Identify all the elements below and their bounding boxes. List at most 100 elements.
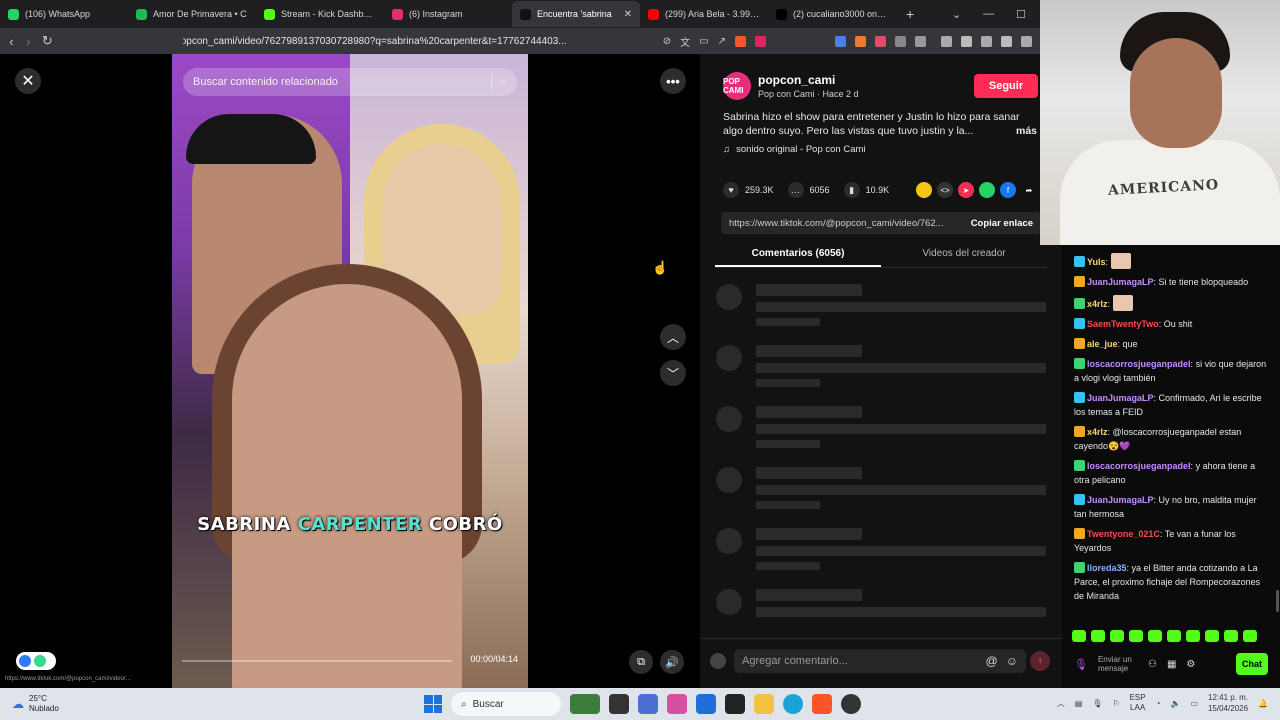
chat-username[interactable]: loscacorrosjueganpadel <box>1087 461 1191 471</box>
chat-username[interactable]: loscacorrosjueganpadel <box>1087 359 1191 369</box>
chat-username[interactable]: Yuls <box>1087 257 1106 267</box>
comment-stat[interactable]: … 6056 <box>787 182 830 198</box>
language-indicator[interactable]: ESP LAA <box>1130 693 1146 713</box>
emote-icon[interactable] <box>1186 630 1200 642</box>
facebook-icon[interactable]: f <box>1000 182 1016 198</box>
chat-username[interactable]: ale_jue <box>1087 339 1118 349</box>
tab-comments[interactable]: Comentarios (6056) <box>715 242 881 267</box>
video-progress-bar[interactable] <box>182 660 452 662</box>
next-video-button[interactable]: ﹀ <box>660 360 686 386</box>
repost-icon[interactable] <box>916 182 932 198</box>
sound-row[interactable]: ♫ sonido original - Pop con Cami <box>723 144 866 155</box>
emoji-icon[interactable]: ☺ <box>1006 654 1018 668</box>
whatsapp-icon[interactable] <box>979 182 995 198</box>
wifi-tray-icon[interactable]: ▤ <box>1075 699 1083 708</box>
follow-button[interactable]: Seguir <box>974 74 1038 98</box>
battery-icon[interactable]: ▭ <box>1190 699 1198 708</box>
taskbar-search[interactable]: ⌕ Buscar <box>451 692 561 716</box>
emote-icon[interactable] <box>1129 630 1143 642</box>
extension-puzzle-icon[interactable] <box>895 35 906 47</box>
wifi-icon[interactable]: ◔ <box>1156 699 1161 708</box>
chat-message-input[interactable]: Enviar un mensaje <box>1098 655 1138 673</box>
copy-link-button[interactable]: Copiar enlace <box>971 218 1033 229</box>
start-menu-icon[interactable] <box>424 695 442 713</box>
send-comment-button[interactable]: ↑ <box>1030 651 1050 671</box>
microphone-icon[interactable]: 🎙 <box>1074 658 1088 671</box>
translate-icon[interactable]: 文 <box>680 34 690 49</box>
emote-icon[interactable] <box>1072 630 1086 642</box>
url-field[interactable]: ▯ ⚙ tiktok.com/@popcon_cami/video/762798… <box>183 36 653 47</box>
extension-fox-icon[interactable] <box>855 35 866 47</box>
no-tracking-icon[interactable]: ⊘ <box>663 36 671 47</box>
extension-box-icon[interactable] <box>915 35 926 47</box>
clock[interactable]: 12:41 p. m. 15/04/2026 <box>1208 692 1248 714</box>
chat-username[interactable]: JuanJumagaLP <box>1087 495 1154 505</box>
emote-icon[interactable] <box>1110 630 1124 642</box>
maximize-icon[interactable]: ☐ <box>1016 8 1026 21</box>
send-icon[interactable]: ➤ <box>958 182 974 198</box>
creator-username[interactable]: popcon_cami <box>758 73 835 87</box>
trees-widget-icon[interactable] <box>570 694 600 714</box>
store-icon[interactable]: ▦ <box>1167 659 1176 670</box>
emote-icon[interactable] <box>1167 630 1181 642</box>
share-more-icon[interactable]: ➦ <box>1021 182 1037 198</box>
forward-icon[interactable]: › <box>25 34 32 49</box>
extension-pacman-icon[interactable] <box>875 35 886 47</box>
copilot-icon[interactable] <box>667 694 687 714</box>
tab-close-icon[interactable]: ✕ <box>624 9 632 20</box>
users-icon[interactable]: ⚇ <box>1148 659 1157 670</box>
chat-username[interactable]: lloreda35 <box>1087 563 1127 573</box>
obs-icon[interactable] <box>841 694 861 714</box>
emote-icon[interactable] <box>1205 630 1219 642</box>
related-search-input[interactable]: Buscar contenido relacionado ⌕ <box>183 68 517 96</box>
tray-overflow-icon[interactable]: ︿ <box>1057 698 1065 709</box>
brave-rewards-icon[interactable] <box>755 35 766 47</box>
extension-translate-icon[interactable] <box>835 35 846 47</box>
tab-creator-videos[interactable]: Videos del creador <box>881 242 1047 267</box>
back-icon[interactable]: ‹ <box>8 34 15 49</box>
chat-send-button[interactable]: Chat <box>1236 653 1268 675</box>
volume-button[interactable]: 🔊 <box>660 650 684 674</box>
snipping-tool-icon[interactable] <box>638 694 658 714</box>
chat-username[interactable]: JuanJumagaLP <box>1087 277 1154 287</box>
browser-tab[interactable]: (6) Instagram <box>384 1 512 27</box>
task-view-icon[interactable] <box>609 694 629 714</box>
embed-icon[interactable]: <> <box>937 182 953 198</box>
emote-icon[interactable] <box>1243 630 1257 642</box>
close-video-button[interactable]: ✕ <box>15 68 41 94</box>
sidebar-icon[interactable] <box>961 35 972 47</box>
brave-icon[interactable] <box>812 694 832 714</box>
settings-icon[interactable]: ⚙ <box>1186 659 1195 670</box>
mention-icon[interactable]: @ <box>986 654 998 668</box>
browser-tab[interactable]: Stream - Kick Dashboard <box>256 1 384 27</box>
share-icon[interactable]: ↗ <box>718 36 726 47</box>
browser-tab[interactable]: Encuentra 'sabrina ✕ <box>512 1 640 27</box>
chat-username[interactable]: x4rlz <box>1087 299 1108 309</box>
floating-player-button[interactable]: ⧉ <box>629 650 653 674</box>
notification-icon[interactable]: 🔔 <box>1258 699 1268 708</box>
chat-username[interactable]: SaemTwentyTwo <box>1087 319 1159 329</box>
autoscroll-toggle[interactable] <box>16 652 56 670</box>
more-options-button[interactable]: ••• <box>660 68 686 94</box>
emote-icon[interactable] <box>1091 630 1105 642</box>
video-player[interactable]: Buscar contenido relacionado ⌕ SABRINA C… <box>172 54 528 688</box>
chat-scrollbar[interactable] <box>1276 590 1279 612</box>
mic-tray-icon[interactable]: 🎙 <box>1092 699 1102 708</box>
emote-icon[interactable] <box>1148 630 1162 642</box>
network-tray-icon[interactable]: ⚐ <box>1112 699 1119 708</box>
chat-username[interactable]: JuanJumagaLP <box>1087 393 1154 403</box>
music-icon[interactable] <box>941 35 952 47</box>
browser-tab[interactable]: Amor De Primavera • C <box>128 1 256 27</box>
search-icon[interactable]: ⌕ <box>500 75 507 90</box>
file-explorer-icon[interactable] <box>754 694 774 714</box>
previous-video-button[interactable]: ︿ <box>660 324 686 350</box>
browser-tab[interactable]: (2) cucaliano3000 on X: "E <box>768 1 896 27</box>
brave-shield-icon[interactable] <box>735 35 746 47</box>
store-app-icon[interactable] <box>696 694 716 714</box>
chat-username[interactable]: x4rlz <box>1087 427 1108 437</box>
browser-tab[interactable]: (106) WhatsApp <box>0 1 128 27</box>
minimize-icon[interactable]: — <box>983 8 994 21</box>
see-more-link[interactable]: más <box>1011 124 1037 138</box>
new-tab-button[interactable]: + <box>896 6 924 22</box>
volume-icon[interactable]: 🔈 <box>1170 699 1180 708</box>
